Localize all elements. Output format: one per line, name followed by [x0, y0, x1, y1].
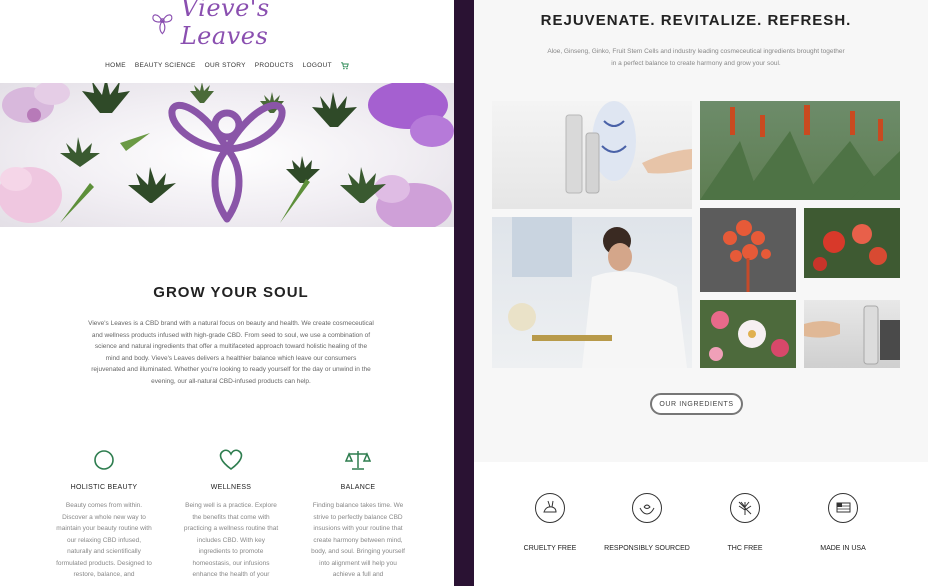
nav-beauty-science[interactable]: BEAUTY SCIENCE	[135, 62, 196, 70]
heart-icon	[219, 449, 243, 470]
hero-banner	[0, 83, 454, 227]
aloe-plants-photo	[700, 101, 900, 200]
badge-thc-free: THC FREE	[695, 493, 795, 555]
red-coral-plant-photo	[700, 208, 796, 292]
leaf-icon	[738, 501, 752, 515]
our-ingredients-button[interactable]: OUR INGREDIENTS	[650, 393, 743, 415]
circle-icon	[94, 450, 114, 470]
nav-home[interactable]: HOME	[105, 62, 126, 70]
bunny-icon	[543, 500, 557, 513]
badge-cruelty-free: CRUELTY FREE	[500, 493, 600, 555]
rejuvenate-subtitle: Aloe, Ginseng, Ginko, Fruit Stem Cells a…	[547, 48, 845, 67]
nav-logout[interactable]: LOGOUT	[303, 62, 332, 70]
feature-text: Beauty comes from within. Discover a who…	[56, 502, 152, 578]
badge-label: CRUELTY FREE	[523, 545, 577, 552]
feature-text: Being well is a practice. Explore the be…	[183, 502, 279, 578]
hero-botanical-image	[0, 83, 454, 227]
cart-icon[interactable]	[340, 62, 349, 70]
trillium-emblem-icon	[168, 101, 286, 223]
feature-holistic-beauty: HOLISTIC BEAUTY Beauty comes from within…	[54, 448, 154, 581]
nav-products[interactable]: PRODUCTS	[255, 62, 294, 70]
product-bottles-photo	[492, 101, 692, 209]
badge-responsibly-sourced: RESPONSIBLY SOURCED	[597, 493, 697, 555]
badge-made-in-usa: MADE IN USA	[793, 493, 893, 555]
grow-your-soul-text: Vieve's Leaves is a CBD brand with a nat…	[88, 320, 374, 385]
trillium-logo-icon	[152, 14, 173, 35]
flag-icon	[836, 502, 851, 513]
product-laptop-photo	[804, 300, 900, 368]
rejuvenate-title: REJUVENATE. REVITALIZE. REFRESH.	[540, 12, 852, 29]
feature-title: HOLISTIC BEAUTY	[70, 484, 138, 491]
badge-label: MADE IN USA	[820, 545, 866, 552]
nav-our-story[interactable]: OUR STORY	[205, 62, 246, 70]
badge-label: RESPONSIBLY SOURCED	[604, 545, 690, 552]
feature-title: BALANCE	[340, 484, 376, 491]
badge-label: THC FREE	[727, 545, 763, 552]
feature-balance: BALANCE Finding balance takes time. We s…	[308, 448, 408, 581]
right-panel: REJUVENATE. REVITALIZE. REFRESH. Aloe, G…	[474, 0, 928, 586]
feature-wellness: WELLNESS Being well is a practice. Explo…	[181, 448, 281, 581]
scale-icon	[345, 451, 371, 470]
brand-name: Vieve's Leaves	[180, 0, 270, 50]
feature-title: WELLNESS	[210, 484, 252, 491]
brand-logo[interactable]: Vieve's Leaves	[150, 0, 315, 50]
grow-your-soul-title: GROW YOUR SOUL	[153, 284, 309, 301]
feature-text: Finding balance takes time. We strive to…	[311, 502, 405, 578]
red-fruit-photo	[804, 208, 900, 278]
hands-icon	[639, 504, 655, 515]
left-panel: Vieve's Leaves HOME BEAUTY SCIENCE OUR S…	[0, 0, 454, 586]
pink-flowers-photo	[700, 300, 796, 368]
main-nav: HOME BEAUTY SCIENCE OUR STORY PRODUCTS L…	[0, 62, 454, 70]
woman-applying-product-photo	[492, 217, 692, 368]
